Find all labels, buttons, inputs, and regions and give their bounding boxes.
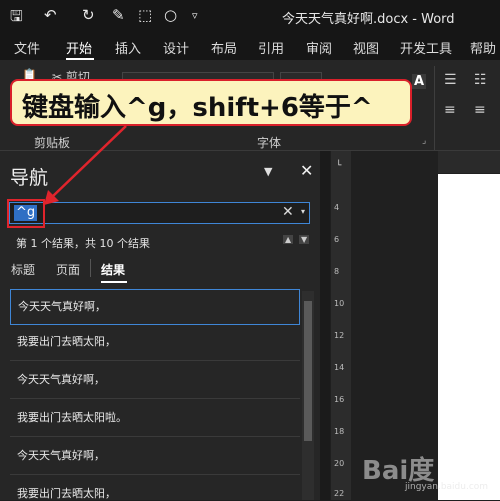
ruler-mark: 22 — [334, 489, 345, 498]
horizontal-ruler — [438, 151, 500, 173]
pane-splitter[interactable] — [320, 151, 330, 500]
ruler-mark: 16 — [334, 395, 345, 404]
ruler-mark: 4 — [334, 203, 340, 212]
ruler-mark: 6 — [334, 235, 340, 244]
ruler-mark: 14 — [334, 363, 345, 372]
document-page[interactable] — [438, 174, 500, 500]
ruler-mark: 10 — [334, 299, 345, 308]
tab-stop-icon[interactable]: └ — [336, 161, 341, 171]
ruler-mark: 20 — [334, 459, 345, 468]
ruler-mark: 18 — [334, 427, 345, 436]
watermark-url: jingyan.baidu.com — [405, 482, 489, 492]
ruler-mark: 12 — [334, 331, 345, 340]
ruler-mark: 8 — [334, 267, 340, 276]
